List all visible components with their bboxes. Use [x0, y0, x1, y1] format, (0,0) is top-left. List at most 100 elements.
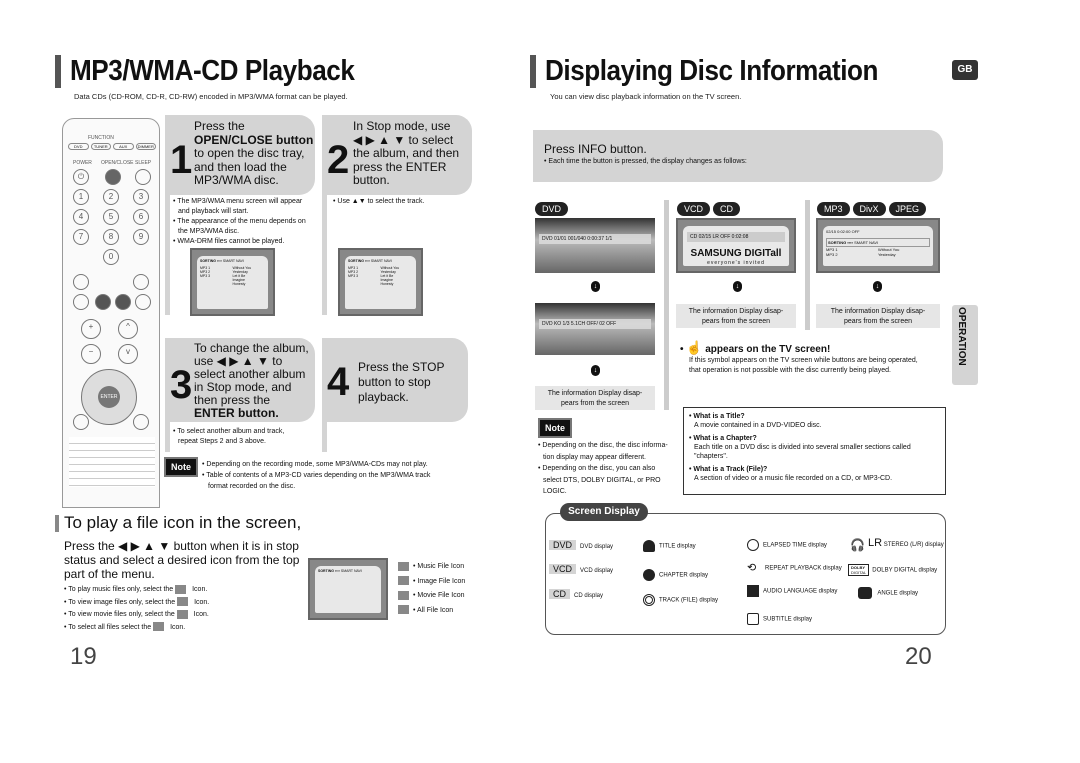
page-title: MP3/WMA-CD Playback — [70, 55, 355, 87]
all-file-icon — [153, 622, 165, 632]
language-badge: GB — [952, 60, 978, 80]
operation-tab: OPERATION — [952, 305, 978, 385]
step-3-number: 3 — [170, 363, 193, 407]
vcd-caption: The information Display disap-pears from… — [676, 304, 796, 328]
step-3-text: To change the album, use ◀ ▶ ▲ ▼ to select… — [194, 341, 309, 420]
down-arrow-icon: ↓ — [873, 281, 882, 292]
step-4-text: Press the STOP button to stop playback. — [358, 360, 445, 404]
step-2-bullets: • Use ▲▼ to select the track. — [333, 198, 425, 205]
dvd-screen-1: DVD 01/01 001/040 0:00:37 1/1 — [535, 218, 655, 273]
vcd-cd-tags: VCD CD — [677, 199, 743, 217]
dvd-caption: The information Display disap-pears from… — [535, 386, 655, 410]
track-icon — [643, 594, 655, 606]
page-subtitle-right: You can view disc playback information o… — [550, 92, 742, 101]
down-arrow-icon: ↓ — [591, 365, 600, 376]
step-2-text: In Stop mode, use ◀ ▶ ▲ ▼ to select the al… — [353, 119, 460, 187]
step-3-bullets: • To select another album and track, repe… — [173, 428, 285, 445]
right-notes: • Depending on the disc, the disc inform… — [538, 442, 668, 495]
sd-repeat: ⟲ REPEAT PLAYBACK display — [747, 562, 842, 574]
press-info-box: Press INFO button. • Each time the butto… — [533, 130, 943, 182]
remote-tuner: TUNER — [90, 143, 111, 150]
mp3-divx-jpeg-tags: MP3 DivX JPEG — [817, 199, 929, 217]
sd-title: TITLE display — [643, 540, 696, 552]
music-file-icon — [175, 584, 187, 594]
key-3: 3 — [133, 189, 149, 205]
enter-key: ENTER — [98, 386, 120, 408]
definitions-box: • What is a Title? A movie contained in a… — [683, 407, 946, 495]
mp3-caption: The information Display disap-pears from… — [816, 304, 940, 328]
dolby-digital-icon: DOLBY DIGITAL — [848, 564, 870, 576]
key-8: 8 — [103, 229, 119, 245]
key-0: 0 — [103, 249, 119, 265]
file-icon-bullets: • To play music files only, select the I… — [64, 584, 210, 632]
key-5: 5 — [103, 209, 119, 225]
movie-file-icon — [398, 590, 409, 600]
page-subtitle: Data CDs (CD-ROM, CD-R, CD-RW) encoded i… — [74, 92, 348, 101]
sd-subtitle: SUBTITLE display — [747, 613, 812, 625]
left-notes: • Depending on the recording mode, some … — [202, 461, 431, 490]
icon-legend: • Music File Icon • Image File Icon • Mo… — [398, 560, 465, 618]
mp3-menu-screen-2: SORTING ▪▪▪▪ SMART NAVI MP3 1 MP3 2 MP3 3 … — [338, 248, 423, 316]
sd-cd: CD CD display — [549, 589, 603, 599]
down-arrow-icon: ↓ — [591, 281, 600, 292]
remote-dimmer: DIMMER — [135, 143, 156, 150]
remote-function-label: FUNCTION — [88, 135, 114, 141]
mp3-menu-screen-1: SORTING ▪▪▪▪ SMART NAVI MP3 1 MP3 2 MP3 3 … — [190, 248, 275, 316]
step-4-number: 4 — [327, 360, 350, 404]
sd-elapsed: ELAPSED TIME display — [747, 539, 827, 551]
headphones-icon: 🎧 — [850, 538, 865, 553]
step-1-bullets: • The MP3/WMA menu screen will appear and… — [173, 198, 306, 245]
sd-audio: AUDIO LANGUAGE display — [747, 585, 837, 597]
key-7: 7 — [73, 229, 89, 245]
sd-stereo: 🎧 LR STEREO (L/R) display — [850, 537, 944, 553]
key-6: 6 — [133, 209, 149, 225]
sleep-key — [135, 169, 151, 185]
down-arrow-icon: ↓ — [733, 281, 742, 292]
key-4: 4 — [73, 209, 89, 225]
step-1-number: 1 — [170, 138, 193, 182]
audio-language-icon — [747, 585, 759, 597]
vcd-screen: CD 02/15 LR OFF 0:02:08 SAMSUNG DIGITall… — [676, 218, 796, 273]
file-icon-heading: To play a file icon in the screen, — [64, 513, 302, 532]
file-icon-menu-screen: SORTING ▪▪▪▪ SMART NAVI — [308, 558, 388, 620]
sd-dvd: DVD DVD display — [549, 540, 613, 550]
mp3-screen: 02/15 0:02:00 OFF SORTING ▪▪▪▪ SMART NAV… — [816, 218, 940, 273]
step-2-number: 2 — [327, 138, 350, 182]
title-icon — [643, 540, 655, 552]
remote-dvd: DVD — [68, 143, 89, 150]
dvd-tag: DVD — [535, 199, 571, 217]
open-close-key — [105, 169, 121, 185]
title-bar — [530, 55, 536, 88]
page-number-right: 20 — [905, 643, 932, 670]
remote-dpad: ENTER — [81, 369, 137, 425]
hand-symbol-title: • ☝ appears on the TV screen! — [680, 340, 831, 355]
power-key: ⏻ — [73, 169, 89, 185]
all-file-icon — [398, 605, 409, 615]
remote-control: FUNCTION DVD TUNER AUX DIMMER POWER OPEN… — [62, 118, 160, 508]
screen-display-title: Screen Display — [560, 503, 648, 521]
open-close-label: OPEN/CLOSE — [101, 160, 134, 166]
hand-symbol-text: If this symbol appears on the TV screen … — [689, 357, 918, 374]
image-file-icon — [177, 597, 189, 607]
image-file-icon — [398, 576, 409, 586]
file-icon-intro: Press the ◀ ▶ ▲ ▼ button when it is in s… — [64, 539, 300, 581]
power-label: POWER — [73, 160, 92, 166]
page-number-left: 19 — [70, 643, 97, 670]
remote-function-buttons: DVD TUNER AUX DIMMER — [68, 143, 156, 150]
step-1-text: Press the OPEN/CLOSE button to open the di… — [194, 119, 314, 187]
title-bar — [55, 55, 61, 88]
key-9: 9 — [133, 229, 149, 245]
camera-angle-icon — [858, 587, 872, 599]
sd-track: TRACK (FILE) display — [643, 594, 718, 606]
page-title-right: Displaying Disc Information — [545, 55, 878, 87]
hand-icon: ☝ — [686, 340, 703, 355]
repeat-icon: ⟲ — [747, 562, 757, 574]
note-label-right: Note — [538, 418, 572, 438]
sd-angle: ANGLE display — [858, 587, 918, 599]
chapter-icon — [643, 569, 655, 581]
clock-icon — [747, 539, 759, 551]
subtitle-icon — [747, 613, 759, 625]
movie-file-icon — [176, 609, 188, 619]
sleep-label: SLEEP — [135, 160, 152, 166]
sd-chapter: CHAPTER display — [643, 569, 708, 581]
